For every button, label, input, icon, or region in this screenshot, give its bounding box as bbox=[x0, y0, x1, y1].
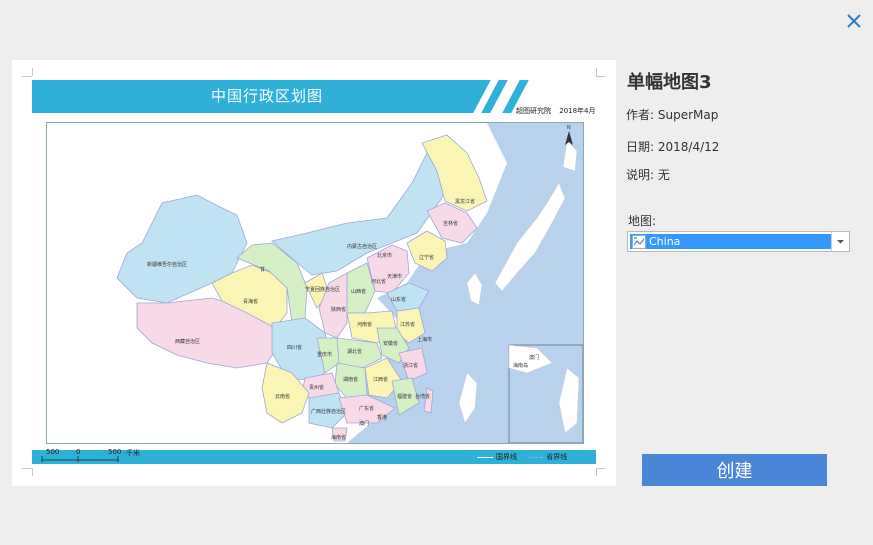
label-hainan: 海南省 bbox=[331, 434, 346, 441]
label-inset-hainan: 海南岛 bbox=[513, 362, 528, 369]
label-hubei: 湖北省 bbox=[347, 348, 362, 355]
date-value: 2018/4/12 bbox=[657, 140, 720, 154]
close-button[interactable] bbox=[843, 10, 865, 32]
label-zhejiang: 浙江省 bbox=[403, 362, 418, 369]
label-henan: 河南省 bbox=[357, 321, 372, 328]
label-taiwan: 台湾省 bbox=[415, 393, 430, 400]
date-label: 日期: bbox=[626, 140, 658, 154]
chevron-down-icon[interactable] bbox=[831, 232, 849, 251]
label-gansu: 甘 bbox=[260, 266, 265, 273]
label-chongqing: 重庆市 bbox=[317, 351, 332, 358]
scale-bar: 500 0 500 千米 bbox=[38, 448, 158, 466]
label-qinghai: 青海省 bbox=[243, 298, 258, 305]
map-icon bbox=[632, 235, 646, 249]
legend-national: 国界线 bbox=[496, 453, 517, 461]
label-liaoning: 辽宁省 bbox=[419, 254, 434, 261]
scale-left: 500 bbox=[46, 448, 60, 456]
label-xinjiang: 新疆维吾尔自治区 bbox=[147, 261, 187, 268]
label-shaanxi: 陕西省 bbox=[331, 306, 346, 313]
description-label: 说明: bbox=[626, 168, 658, 182]
scale-right: 500 bbox=[108, 448, 122, 456]
create-button[interactable]: 创建 bbox=[642, 454, 827, 486]
label-guangxi: 广西壮族自治区 bbox=[311, 408, 346, 415]
label-neimenggu: 内蒙古自治区 bbox=[347, 243, 377, 250]
description-row: 说明: 无 bbox=[626, 166, 670, 183]
close-icon bbox=[847, 14, 861, 28]
map-select-value: China bbox=[630, 234, 832, 249]
label-hongkong: 香港 bbox=[377, 414, 387, 421]
author-value: SuperMap bbox=[657, 108, 719, 122]
label-tianjin: 天津市 bbox=[387, 273, 402, 280]
label-jiangxi: 江西省 bbox=[373, 376, 388, 383]
label-inset-macau: 澳门 bbox=[529, 354, 539, 361]
label-shanghai: 上海市 bbox=[417, 336, 432, 343]
label-sichuan: 四川省 bbox=[287, 344, 302, 351]
map-meta: 超图研究院 2018年4月 bbox=[516, 106, 602, 116]
map-select[interactable]: China bbox=[627, 231, 850, 252]
label-beijing: 北京市 bbox=[377, 252, 392, 259]
label-xizang: 西藏自治区 bbox=[175, 338, 200, 345]
author-row: 作者: SuperMap bbox=[626, 106, 718, 123]
label-ningxia: 宁夏回族自治区 bbox=[305, 286, 340, 293]
description-value: 无 bbox=[657, 168, 670, 182]
label-jiangsu: 江苏省 bbox=[400, 321, 415, 328]
map-preview: 中国行政区划图 超图研究院 2018年4月 N 新疆维吾尔自治区 西藏自治区 青… bbox=[12, 60, 616, 486]
map-template-title: 单幅地图3 bbox=[627, 72, 712, 93]
map-select-label: 地图: bbox=[628, 214, 657, 228]
legend-provincial: 省界线 bbox=[546, 453, 568, 461]
map-select-text: China bbox=[649, 235, 681, 248]
map-publisher: 超图研究院 bbox=[516, 107, 551, 115]
date-row: 日期: 2018/4/12 bbox=[626, 138, 719, 155]
label-hebei: 河北省 bbox=[371, 278, 386, 285]
map-title-banner: 中国行政区划图 bbox=[32, 80, 596, 113]
author-label: 作者: bbox=[626, 108, 658, 122]
svg-text:N: N bbox=[567, 125, 571, 131]
map-title: 中国行政区划图 bbox=[210, 87, 323, 105]
label-macau: 澳门 bbox=[359, 420, 369, 427]
label-hunan: 湖南省 bbox=[343, 376, 358, 383]
label-heilongjiang: 黑龙江省 bbox=[455, 198, 475, 205]
map-date: 2018年4月 bbox=[559, 107, 596, 115]
map-legend: 国界线 省界线 bbox=[474, 452, 567, 462]
label-shandong: 山东省 bbox=[391, 296, 406, 303]
label-fujian: 福建省 bbox=[397, 393, 412, 400]
label-guangdong: 广东省 bbox=[359, 405, 374, 412]
label-anhui: 安徽省 bbox=[383, 340, 398, 347]
label-yunnan: 云南省 bbox=[275, 393, 290, 400]
label-jilin: 吉林省 bbox=[443, 220, 458, 227]
scale-zero: 0 bbox=[76, 448, 81, 456]
scale-unit: 千米 bbox=[126, 449, 140, 457]
label-shanxi: 山西省 bbox=[351, 288, 366, 295]
china-map: N 新疆维吾尔自治区 西藏自治区 青海省 甘 内蒙古自治区 黑龙江省 吉林省 辽… bbox=[46, 122, 584, 444]
label-guizhou: 贵州省 bbox=[309, 384, 324, 391]
